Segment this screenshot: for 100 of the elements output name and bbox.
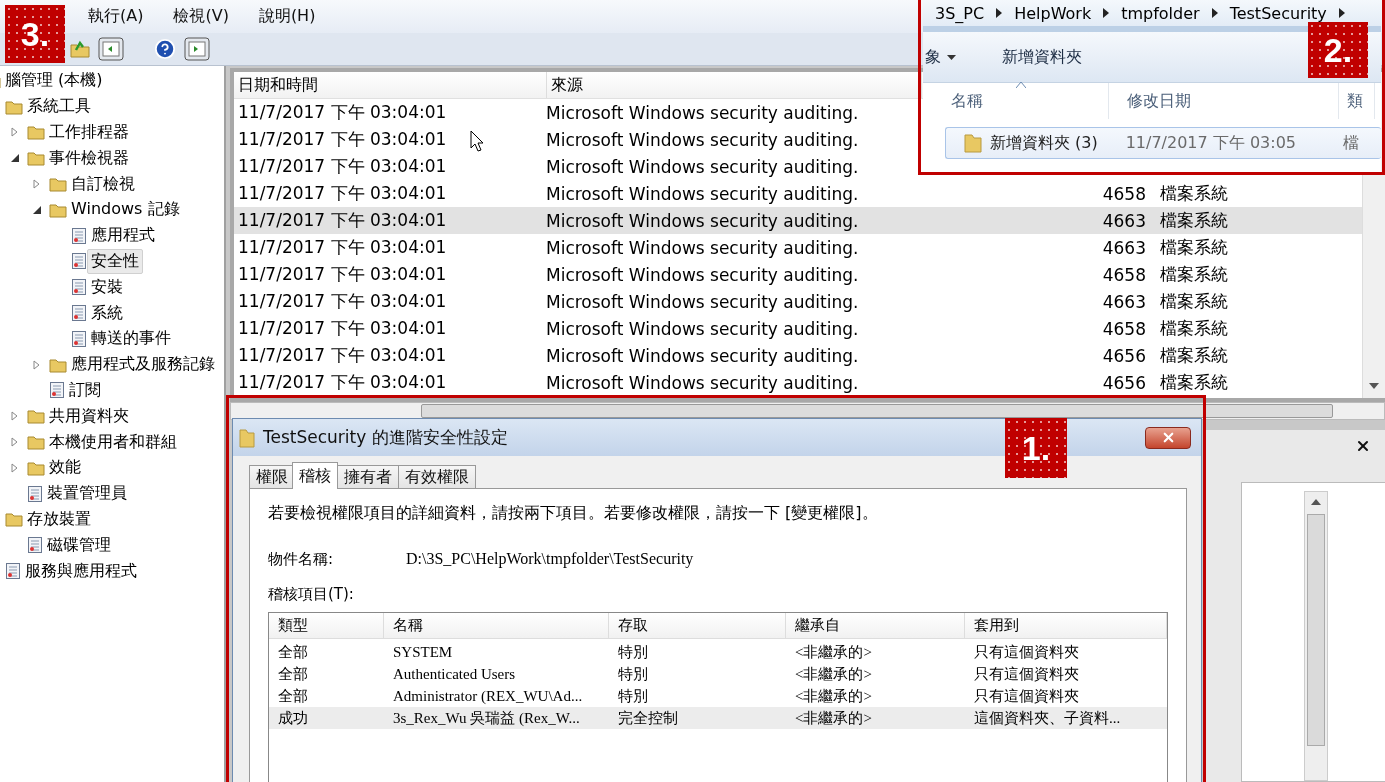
table-cell: 4656 (1102, 345, 1146, 366)
column-header[interactable]: 修改日期 (1109, 83, 1339, 119)
table-cell: Microsoft Windows security auditing. (546, 345, 859, 366)
panel-icon[interactable] (98, 37, 124, 61)
folder-icon (27, 434, 45, 451)
table-cell-text: 檔案系統 (1159, 344, 1228, 367)
tab[interactable]: 稽核 (292, 462, 338, 489)
breadcrumb-arrow-icon[interactable] (1103, 8, 1110, 18)
breadcrumb-arrow-icon[interactable] (1338, 8, 1345, 18)
column-header[interactable]: 名稱 (923, 83, 1109, 119)
table-cell: 4658 (1102, 264, 1146, 285)
table-cell-text: 檔案系統 (1159, 209, 1228, 232)
folder-icon (27, 408, 45, 425)
breadcrumb-arrow-icon[interactable] (996, 8, 1003, 18)
column-header[interactable]: 日期和時間 (234, 72, 547, 98)
file-row[interactable]: 新增資料夾 (3) 11/7/2017 下午 03:05 檔 (945, 127, 1381, 159)
tree-item[interactable]: 存放裝置 (23, 506, 95, 532)
field-label: 稽核項目(T): (268, 585, 355, 604)
table-cell: 4663 (1102, 210, 1146, 231)
collapsed-arrow-icon[interactable] (33, 359, 40, 370)
menu-item[interactable]: 執行(A) (88, 6, 144, 27)
table-cell-text: <非繼承的> (794, 708, 873, 728)
column-header[interactable]: 類 (1339, 83, 1375, 119)
table-cell: 4663 (1102, 291, 1146, 312)
toolbar-button[interactable]: 象 (923, 42, 958, 72)
object-path: D:\3S_PC\HelpWork\tmpfolder\TestSecurity (406, 550, 694, 569)
tree-item[interactable]: 系統 (87, 300, 127, 326)
tree-item[interactable]: 效能 (45, 455, 85, 481)
table-cell-text: SYSTEM (392, 643, 454, 661)
column-header[interactable]: 繼承自 (786, 612, 965, 639)
tree-item[interactable]: 事件檢視器 (45, 145, 133, 171)
tree-item[interactable]: Windows 記錄 (67, 197, 184, 223)
folder-icon (27, 124, 45, 141)
table-cell: 11/7/2017 下午 03:04:01 (238, 344, 447, 367)
log-icon (49, 381, 65, 400)
table-cell: Microsoft Windows security auditing. (546, 183, 859, 204)
folder-icon (964, 133, 982, 153)
table-cell-text: 只有這個資料夾 (973, 664, 1080, 684)
collapsed-arrow-icon[interactable] (11, 462, 18, 473)
tree-item[interactable]: 安裝 (87, 274, 127, 300)
horizontal-scrollbar[interactable] (230, 402, 1385, 420)
tree-item[interactable]: 共用資料夾 (45, 403, 133, 429)
column-header[interactable]: 類型 (269, 612, 384, 639)
tree-item[interactable]: 服務與應用程式 (21, 558, 141, 584)
panel-icon[interactable] (184, 37, 210, 61)
audit-row[interactable]: 全部 Administrator (REX_WU\Ad... 特別 <非繼承的> 只有這個資料夾 (269, 685, 1167, 707)
tree-item[interactable]: 磁碟管理 (43, 532, 115, 558)
tree-item[interactable]: 應用程式及服務記錄 (67, 352, 219, 378)
tab[interactable]: 權限 (249, 465, 295, 489)
log-icon (71, 304, 87, 323)
audit-row[interactable]: 全部 Authenticated Users 特別 <非繼承的> 只有這個資料夾 (269, 663, 1167, 685)
breadcrumb-arrow-icon[interactable] (1211, 8, 1218, 18)
table-cell-text: 檔案系統 (1159, 290, 1228, 313)
table-cell-text: 特別 (617, 686, 649, 706)
help-icon[interactable] (154, 38, 176, 60)
column-header[interactable]: 來源 (547, 72, 922, 98)
breadcrumb-item[interactable]: 3S_PC (935, 3, 985, 23)
breadcrumb-item[interactable]: TestSecurity (1229, 3, 1327, 23)
audit-row[interactable]: 全部 SYSTEM 特別 <非繼承的> 只有這個資料夾 (269, 641, 1167, 663)
tree-item[interactable]: 應用程式 (87, 223, 159, 249)
table-cell-text: 全部 (277, 642, 309, 662)
menu-item[interactable]: 檢視(V) (173, 6, 229, 27)
breadcrumb-item[interactable]: HelpWork (1014, 3, 1092, 23)
event-row[interactable]: 11/7/2017 下午 03:04:01 Microsoft Windows security auditing. 4663 檔案系統 (234, 207, 1362, 234)
tree-item[interactable]: 自訂檢視 (67, 171, 139, 197)
tree-item[interactable]: 腦管理 (本機) (1, 68, 107, 94)
table-cell-text: 3s_Rex_Wu 吳瑞益 (Rex_W... (392, 708, 581, 728)
close-icon[interactable] (1355, 438, 1371, 454)
table-cell-text: 全部 (277, 686, 309, 706)
tree-item[interactable]: 轉送的事件 (87, 326, 175, 352)
scroll-up-arrow-icon[interactable] (1311, 498, 1321, 506)
tab[interactable]: 擁有者 (337, 465, 399, 489)
table-cell: 4663 (1102, 237, 1146, 258)
collapsed-arrow-icon[interactable] (11, 411, 18, 422)
scroll-down-arrow-icon[interactable] (1369, 382, 1379, 390)
menu-item[interactable]: 說明(H) (258, 6, 316, 27)
tree-item[interactable]: 工作排程器 (45, 120, 133, 145)
tree-item[interactable]: 裝置管理員 (43, 481, 131, 507)
collapsed-arrow-icon[interactable] (11, 437, 18, 448)
toolbar-button[interactable]: 新增資料夾 (1000, 42, 1084, 72)
table-cell: 4658 (1102, 183, 1146, 204)
expanded-arrow-icon[interactable] (32, 205, 41, 214)
vertical-scrollbar[interactable] (1304, 491, 1328, 781)
folder-up-icon[interactable] (70, 40, 90, 58)
folder-icon (239, 427, 255, 448)
tab[interactable]: 有效權限 (398, 465, 476, 489)
collapsed-arrow-icon[interactable] (11, 127, 18, 138)
audit-row[interactable]: 成功 3s_Rex_Wu 吳瑞益 (Rex_W... 完全控制 <非繼承的> 這個資料夾、子資料... (269, 707, 1167, 729)
tree-item[interactable]: 安全性 (87, 248, 143, 274)
close-button[interactable] (1145, 426, 1191, 449)
column-header[interactable]: 存取 (609, 612, 786, 639)
column-header[interactable]: 套用到 (965, 612, 1167, 639)
breadcrumb-item[interactable]: tmpfolder (1121, 3, 1200, 23)
tree-item[interactable]: 本機使用者和群組 (45, 429, 181, 455)
column-header[interactable]: 名稱 (384, 612, 609, 639)
collapsed-arrow-icon[interactable] (33, 179, 40, 190)
expanded-arrow-icon[interactable] (10, 154, 19, 163)
tree-item[interactable]: 訂閱 (65, 377, 105, 403)
tree-item[interactable]: 系統工具 (23, 94, 95, 120)
table-cell: 4656 (1102, 372, 1146, 393)
